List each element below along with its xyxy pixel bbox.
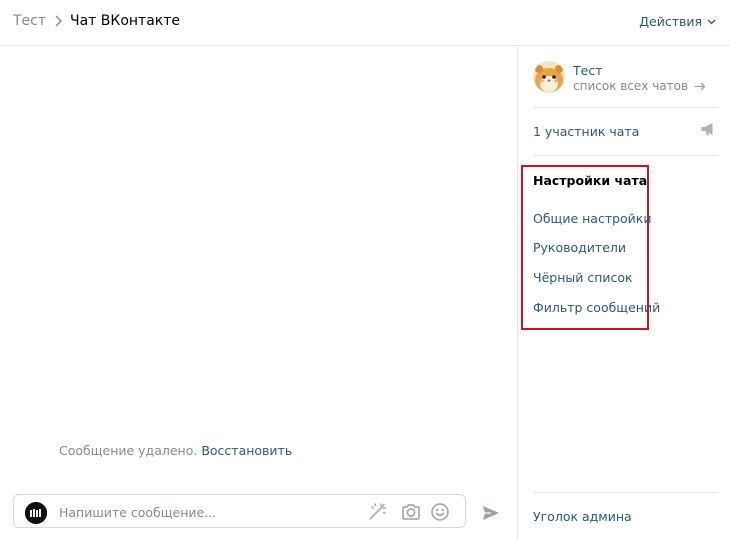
actions-dropdown[interactable]: Действия [639,14,716,29]
sparkler-icon[interactable] [366,501,388,523]
settings-link-blacklist[interactable]: Чёрный список [533,270,633,285]
actions-label: Действия [639,14,702,29]
chat-history: Сообщение удалено. Восстановить [0,47,518,540]
settings-link-general[interactable]: Общие настройки [533,211,651,226]
admin-corner-link[interactable]: Уголок админа [533,509,632,524]
chat-settings-title: Настройки чата [533,173,648,188]
divider [533,492,718,493]
members-link[interactable]: 1 участник чата [533,124,639,139]
send-icon[interactable] [481,503,501,523]
arrow-right-icon [694,82,706,90]
deleted-message-notice: Сообщение удалено. Восстановить [59,443,292,458]
chat-name[interactable]: Тест [573,63,602,78]
chevron-down-icon [707,19,716,25]
restore-message-link[interactable]: Восстановить [201,443,292,458]
message-input[interactable] [59,503,359,521]
chevron-right-icon [55,15,62,27]
settings-link-admins[interactable]: Руководители [533,240,626,255]
chat-sidebar: Тест список всех чатов 1 участник чата Н… [519,47,730,540]
settings-link-message-filter[interactable]: Фильтр сообщений [533,300,660,315]
divider [533,107,718,108]
deleted-message-text: Сообщение удалено. [59,443,198,458]
all-chats-link[interactable]: список всех чатов [573,79,706,93]
divider [533,155,718,156]
camera-icon[interactable] [400,501,422,523]
smile-icon[interactable] [429,501,451,523]
all-chats-label: список всех чатов [573,79,689,93]
avatar[interactable] [25,502,47,524]
breadcrumb-root[interactable]: Тест [13,13,46,29]
top-header: Тест Чат ВКонтакте Действия [0,0,730,46]
message-composer [13,494,466,528]
megaphone-icon[interactable] [700,121,716,137]
hamster-avatar-icon [533,61,565,93]
avatar-image [25,502,47,524]
chat-avatar[interactable] [533,61,565,93]
page-title: Чат ВКонтакте [70,13,181,29]
